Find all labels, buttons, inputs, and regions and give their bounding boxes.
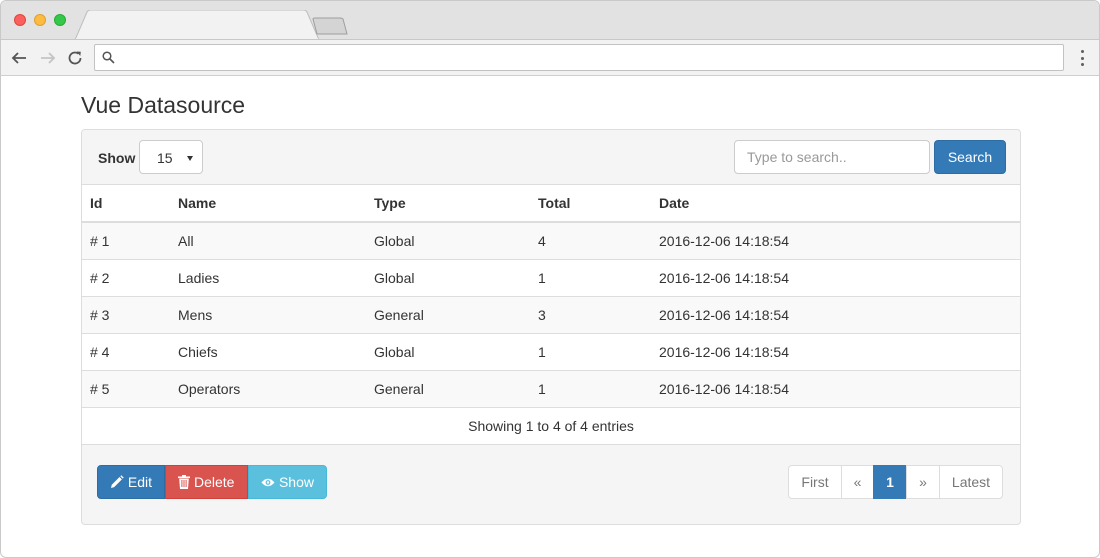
- table-footer-row: Showing 1 to 4 of 4 entries: [82, 406, 1020, 445]
- cell-name: All: [170, 221, 366, 259]
- column-header-type[interactable]: Type: [366, 185, 530, 223]
- cell-total: 3: [530, 295, 651, 333]
- cell-name: Chiefs: [170, 332, 366, 370]
- close-window-button[interactable]: [14, 14, 26, 26]
- action-button-group: Edit Delete Show: [97, 465, 327, 499]
- page-size-select[interactable]: 15: [139, 140, 203, 174]
- cell-id: # 5: [82, 369, 170, 407]
- pagination-prev[interactable]: «: [841, 465, 874, 499]
- minimize-window-button[interactable]: [34, 14, 46, 26]
- cell-name: Ladies: [170, 258, 366, 296]
- cell-id: # 4: [82, 332, 170, 370]
- cell-type: General: [366, 295, 530, 333]
- cell-type: Global: [366, 332, 530, 370]
- column-header-name[interactable]: Name: [170, 185, 366, 223]
- cell-total: 1: [530, 369, 651, 407]
- page-title: Vue Datasource: [81, 92, 246, 118]
- forward-arrow-icon: [41, 52, 56, 64]
- cell-id: # 2: [82, 258, 170, 296]
- cell-type: General: [366, 369, 530, 407]
- cell-name: Mens: [170, 295, 366, 333]
- show-label: Show: [98, 150, 136, 166]
- cell-type: Global: [366, 258, 530, 296]
- pagination: First « 1 » Latest: [788, 465, 1003, 499]
- delete-button[interactable]: Delete: [165, 465, 248, 499]
- data-table: Id Name Type Total Date # 1 All Global 4…: [82, 185, 1020, 445]
- cell-date: 2016-12-06 14:18:54: [651, 221, 1020, 259]
- panel-header: Show 15 Search: [82, 130, 1020, 185]
- reload-icon: [68, 51, 82, 65]
- menu-dot: [1080, 56, 1084, 60]
- table-row[interactable]: # 3 Mens General 3 2016-12-06 14:18:54: [82, 295, 1020, 333]
- address-bar[interactable]: [94, 44, 1064, 71]
- pencil-icon: [110, 475, 124, 488]
- chevron-down-icon: [187, 156, 193, 161]
- edit-button[interactable]: Edit: [97, 465, 165, 499]
- new-tab-button[interactable]: [312, 17, 348, 35]
- pagination-current-page[interactable]: 1: [873, 465, 907, 499]
- forward-button[interactable]: [38, 48, 58, 68]
- search-icon: [102, 51, 115, 64]
- delete-button-label: Delete: [194, 474, 235, 490]
- cell-name: Operators: [170, 369, 366, 407]
- column-header-date[interactable]: Date: [651, 185, 1020, 223]
- cell-id: # 3: [82, 295, 170, 333]
- table-row[interactable]: # 5 Operators General 1 2016-12-06 14:18…: [82, 369, 1020, 407]
- cell-total: 1: [530, 258, 651, 296]
- browser-menu-button[interactable]: [1077, 50, 1087, 66]
- show-button[interactable]: Show: [248, 465, 327, 499]
- cell-type: Global: [366, 221, 530, 259]
- table-row[interactable]: # 2 Ladies Global 1 2016-12-06 14:18:54: [82, 258, 1020, 296]
- trash-icon: [178, 475, 190, 489]
- cell-date: 2016-12-06 14:18:54: [651, 369, 1020, 407]
- entries-summary: Showing 1 to 4 of 4 entries: [82, 406, 1020, 445]
- eye-icon: [261, 478, 275, 486]
- back-arrow-icon: [11, 52, 26, 64]
- cell-total: 4: [530, 221, 651, 259]
- cell-id: # 1: [82, 221, 170, 259]
- pagination-next[interactable]: »: [906, 465, 940, 499]
- reload-button[interactable]: [65, 48, 85, 68]
- pagination-first[interactable]: First: [788, 465, 842, 499]
- column-header-total[interactable]: Total: [530, 185, 651, 223]
- menu-dot: [1080, 50, 1084, 53]
- browser-window: Vue Datasource Show 15 Search Id Name Ty…: [0, 0, 1100, 558]
- browser-tab-active[interactable]: [75, 10, 319, 40]
- search-button[interactable]: Search: [934, 140, 1006, 174]
- datasource-panel: Show 15 Search Id Name Type Total Date: [81, 129, 1021, 525]
- browser-titlebar: [1, 1, 1099, 40]
- cell-date: 2016-12-06 14:18:54: [651, 295, 1020, 333]
- edit-button-label: Edit: [127, 474, 152, 490]
- maximize-window-button[interactable]: [54, 14, 66, 26]
- menu-dot: [1080, 63, 1084, 66]
- table-row[interactable]: # 1 All Global 4 2016-12-06 14:18:54: [82, 221, 1020, 259]
- page-size-value: 15: [157, 150, 173, 166]
- show-button-label: Show: [278, 474, 314, 490]
- table-header-row: Id Name Type Total Date: [82, 185, 1020, 223]
- browser-toolbar: [1, 39, 1099, 76]
- cell-date: 2016-12-06 14:18:54: [651, 332, 1020, 370]
- pagination-latest[interactable]: Latest: [939, 465, 1003, 499]
- cell-date: 2016-12-06 14:18:54: [651, 258, 1020, 296]
- search-input[interactable]: [734, 140, 930, 174]
- cell-total: 1: [530, 332, 651, 370]
- address-input[interactable]: [121, 48, 1051, 67]
- column-header-id[interactable]: Id: [82, 185, 170, 223]
- back-button[interactable]: [9, 48, 29, 68]
- table-row[interactable]: # 4 Chiefs Global 1 2016-12-06 14:18:54: [82, 332, 1020, 370]
